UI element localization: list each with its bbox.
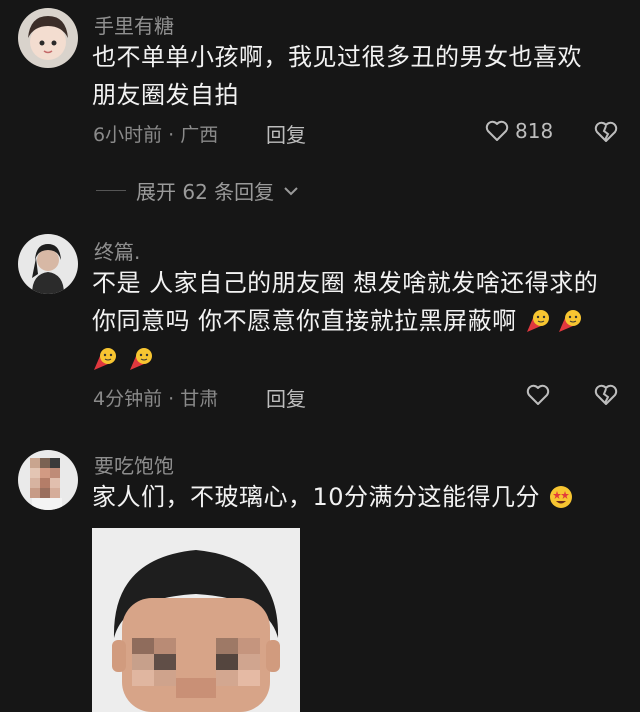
like-button[interactable] [526, 384, 550, 406]
comment-text-line: 朋友圈发自拍 [92, 81, 239, 109]
comment-location: 甘肃 [180, 388, 219, 410]
meta-separator: · [162, 388, 181, 410]
comment-time: 6小时前 [93, 124, 163, 146]
party-face-emoji-icon [526, 310, 549, 332]
comment-meta: 4分钟前 · 甘肃 [93, 384, 218, 411]
like-button[interactable]: 818 [485, 119, 553, 143]
party-face-emoji-icon [94, 348, 116, 370]
party-face-emoji-icon [558, 310, 581, 332]
reply-button[interactable]: 回复 [266, 383, 306, 412]
heart-icon [526, 384, 550, 405]
expand-replies-button[interactable]: 展开 62 条回复 [96, 176, 298, 205]
comment-username[interactable]: 终篇. [94, 236, 140, 265]
heart-icon [485, 120, 509, 141]
comment-meta: 6小时前 · 广西 [93, 120, 218, 147]
comment-username[interactable]: 手里有糖 [94, 10, 174, 39]
comment-image[interactable] [92, 528, 300, 712]
comment-text-line: 你同意吗 你不愿意你直接就拉黑屏蔽啊 [92, 302, 612, 340]
meta-separator: · [162, 124, 181, 146]
dislike-button[interactable] [594, 121, 618, 147]
comment-text: 也不单单小孩啊，我见过很多丑的男女也喜欢 朋友圈发自拍 [92, 38, 612, 114]
comment-text: 家人们，不玻璃心，10分满分这能得几分 [92, 478, 612, 516]
divider-line [96, 190, 126, 191]
chevron-down-icon [284, 186, 298, 195]
reply-button[interactable]: 回复 [266, 119, 306, 148]
avatar[interactable] [18, 234, 78, 294]
expand-replies-label: 展开 62 条回复 [136, 180, 275, 204]
broken-heart-icon [594, 121, 618, 142]
avatar[interactable] [18, 450, 78, 510]
comment-location: 广西 [180, 124, 219, 146]
comment-text-line: 家人们，不玻璃心，10分满分这能得几分 [92, 478, 612, 516]
avatar[interactable] [18, 8, 78, 68]
comment-time: 4分钟前 [93, 388, 163, 410]
broken-heart-icon [594, 384, 618, 405]
dislike-button[interactable] [594, 384, 618, 410]
comment-text-line [92, 340, 612, 378]
comment-username[interactable]: 要吃饱饱 [94, 450, 174, 479]
like-count: 818 [515, 119, 554, 143]
party-face-emoji-icon [130, 348, 152, 370]
star-struck-emoji-icon [550, 486, 573, 508]
comment-text-line: 也不单单小孩啊，我见过很多丑的男女也喜欢 [92, 43, 582, 71]
comment-text-line: 不是 人家自己的朋友圈 想发啥就发啥还得求的 [92, 269, 599, 297]
comment-text: 不是 人家自己的朋友圈 想发啥就发啥还得求的 你同意吗 你不愿意你直接就拉黑屏蔽… [92, 264, 612, 378]
